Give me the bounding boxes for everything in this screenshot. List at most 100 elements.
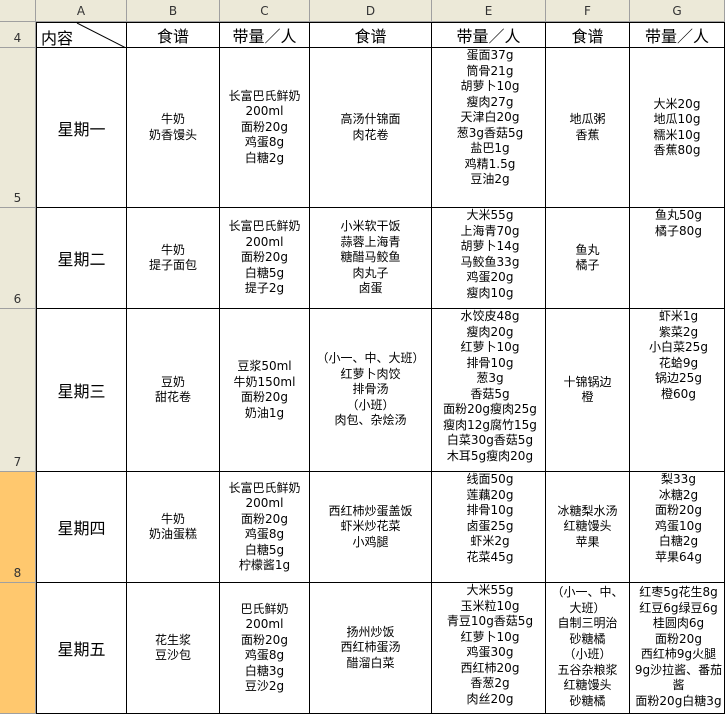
cell-text-line: 甜花卷 bbox=[154, 390, 191, 404]
day-cell[interactable]: 星期二 bbox=[36, 208, 127, 309]
header-cell-e[interactable]: 带量／人 bbox=[432, 22, 546, 48]
cell-text-line: 红枣5g花生8g bbox=[639, 585, 718, 599]
cell-text-line: 胡萝卜10g bbox=[460, 79, 520, 93]
cell-e[interactable]: 大米55g 玉米粒10g 青豆10g香菇5g 红萝卜10g 鸡蛋30g 西红柿20g 香葱2… bbox=[432, 583, 546, 714]
cell-text-line: 香蕉80g bbox=[653, 143, 701, 157]
day-cell[interactable]: 星期四 bbox=[36, 472, 127, 583]
cell-c[interactable]: 豆浆50ml 牛奶150ml 面粉20g 奶油1g bbox=[220, 309, 310, 472]
cell-text-line: 卤蛋25g bbox=[466, 518, 514, 533]
cell-text-line: 奶香馒头 bbox=[148, 127, 197, 142]
cell-text-line: 卤蛋 bbox=[358, 281, 383, 296]
column-header-g[interactable]: G bbox=[630, 0, 725, 22]
cell-e[interactable]: 大米55g 上海青70g 胡萝卜14g 马鲛鱼33g 鸡蛋20g 瘦肉10g bbox=[432, 208, 546, 309]
day-label: 星期五 bbox=[57, 640, 106, 659]
cell-b[interactable]: 花生浆 豆沙包 bbox=[127, 583, 220, 714]
cell-text-line: 面粉20g白糖3g bbox=[635, 693, 722, 708]
cell-text-line: 红萝卜10g bbox=[460, 340, 520, 354]
cell-text-line: 香菇5g bbox=[470, 386, 510, 401]
cell-text-line: （小一、中、大班） bbox=[316, 351, 425, 366]
cell-e[interactable]: 线面50g 莲藕20g 排骨10g 卤蛋25g 虾米2g 花菜45g bbox=[432, 472, 546, 583]
cell-text-line: （小班） bbox=[563, 647, 612, 661]
cell-text-line: 自制三明治 bbox=[557, 616, 618, 630]
cell-g[interactable]: 鱼丸50g 橘子80g bbox=[630, 208, 725, 309]
cell-text-line: 红萝卜肉饺 bbox=[340, 366, 401, 381]
header-cell-g[interactable]: 带量／人 bbox=[630, 22, 725, 48]
header-cell-b[interactable]: 食谱 bbox=[127, 22, 220, 48]
row-header-8[interactable]: 8 bbox=[0, 472, 36, 583]
cell-text-line: 大班） bbox=[569, 600, 606, 615]
day-cell[interactable]: 星期一 bbox=[36, 48, 127, 208]
cell-d[interactable]: 西红柿炒蛋盖饭 虾米炒花菜 小鸡腿 bbox=[310, 472, 432, 583]
cell-d[interactable]: （小一、中、大班） 红萝卜肉饺 排骨汤 （小班） 肉包、杂烩汤 bbox=[310, 309, 432, 472]
column-header-f[interactable]: F bbox=[546, 0, 630, 22]
select-all-corner[interactable] bbox=[0, 0, 36, 22]
cell-text-line: 胡萝卜14g bbox=[460, 239, 520, 253]
cell-text-line: 扬州炒饭 bbox=[346, 624, 395, 639]
cell-text-line: （小班） bbox=[346, 397, 395, 412]
cell-text-line: 大米55g bbox=[466, 208, 514, 222]
cell-b[interactable]: 牛奶 奶香馒头 bbox=[127, 48, 220, 208]
cell-d[interactable]: 高汤什锦面 肉花卷 bbox=[310, 48, 432, 208]
cell-text-line: 橙60g bbox=[661, 386, 696, 401]
cell-f[interactable]: 鱼丸 橘子 bbox=[546, 208, 630, 309]
cell-d[interactable]: 扬州炒饭 西红柿蛋汤 醋溜白菜 bbox=[310, 583, 432, 714]
column-header-b[interactable]: B bbox=[127, 0, 220, 22]
column-header-d[interactable]: D bbox=[310, 0, 432, 22]
cell-g[interactable]: 红枣5g花生8g 红豆6g绿豆6g 桂圆肉6g 面粉20g 西红柿9g火腿 9g沙拉酱、番… bbox=[630, 583, 725, 714]
cell-f[interactable]: （小一、中、 大班） 自制三明治 砂糖橘 （小班） 五谷杂粮浆 红糖馒头 砂糖橘 bbox=[546, 583, 630, 714]
cell-e[interactable]: 蛋面37g 筒骨21g 胡萝卜10g 瘦肉27g 天津白20g 葱3g香菇5g 盐巴1g 鸡精… bbox=[432, 48, 546, 208]
day-cell[interactable]: 星期三 bbox=[36, 309, 127, 472]
row-header-selected[interactable] bbox=[0, 583, 36, 714]
cell-text-line: 白糖5g bbox=[244, 265, 285, 280]
header-cell-f[interactable]: 食谱 bbox=[546, 22, 630, 48]
cell-c[interactable]: 长富巴氏鲜奶 200ml 面粉20g 白糖5g 提子2g bbox=[220, 208, 310, 309]
cell-text-line: 牛奶150ml bbox=[233, 374, 296, 389]
column-header-e[interactable]: E bbox=[432, 0, 546, 22]
cell-text-line: 排骨10g bbox=[466, 355, 514, 370]
cell-g[interactable]: 大米20g 地瓜10g 糯米10g 香蕉80g bbox=[630, 48, 725, 208]
cell-text-line: 排骨10g bbox=[466, 503, 514, 517]
cell-text-line: 豆浆50ml bbox=[237, 359, 292, 373]
cell-text-line: 筒骨21g bbox=[466, 63, 514, 78]
header-cell-c[interactable]: 带量／人 bbox=[220, 22, 310, 48]
cell-f[interactable]: 冰糖梨水汤 红糖馒头 苹果 bbox=[546, 472, 630, 583]
cell-f[interactable]: 地瓜粥 香蕉 bbox=[546, 48, 630, 208]
cell-text-line: 橘子80g bbox=[655, 223, 702, 238]
cell-text-line: 面粉20g bbox=[241, 390, 288, 404]
row-header-5[interactable]: 5 bbox=[0, 48, 36, 208]
row-header-6[interactable]: 6 bbox=[0, 208, 36, 309]
cell-text-line: 十锦锅边 bbox=[563, 374, 612, 389]
cell-text-line: 鱼丸50g bbox=[655, 208, 702, 222]
day-label: 星期二 bbox=[57, 250, 106, 269]
column-header-c[interactable]: C bbox=[220, 0, 310, 22]
day-label: 星期一 bbox=[57, 119, 106, 139]
cell-text-line: 小白菜25g bbox=[649, 340, 708, 354]
cell-g[interactable]: 梨33g 冰糖2g 面粉20g 鸡蛋10g 白糖2g 苹果64g bbox=[630, 472, 725, 583]
row-header-4[interactable]: 4 bbox=[0, 22, 36, 48]
column-header-a[interactable]: A bbox=[36, 0, 127, 22]
cell-text-line: 盐巴1g bbox=[470, 141, 510, 155]
row-header-7[interactable]: 7 bbox=[0, 309, 36, 472]
header-cell-a[interactable]: 内容 bbox=[36, 22, 127, 48]
cell-b[interactable]: 豆奶 甜花卷 bbox=[127, 309, 220, 472]
cell-e[interactable]: 水饺皮48g 瘦肉20g 红萝卜10g 排骨10g 葱3g 香菇5g 面粉20g瘦肉25g 瘦… bbox=[432, 309, 546, 472]
cell-text-line: 葱3g bbox=[476, 371, 504, 385]
cell-b[interactable]: 牛奶 奶油蛋糕 bbox=[127, 472, 220, 583]
cell-c[interactable]: 长富巴氏鲜奶 200ml 面粉20g 鸡蛋8g 白糖2g bbox=[220, 48, 310, 208]
cell-text-line: 面粉20g bbox=[655, 631, 702, 646]
cell-g[interactable]: 虾米1g 紫菜2g 小白菜25g 花蛤9g 锅边25g 橙60g bbox=[630, 309, 725, 472]
cell-f[interactable]: 十锦锅边橙 bbox=[546, 309, 630, 472]
cell-text-line: 白糖3g bbox=[244, 663, 285, 678]
cell-text-line: 玉米粒10g bbox=[460, 598, 520, 613]
header-cell-d[interactable]: 食谱 bbox=[310, 22, 432, 48]
day-cell[interactable]: 星期五 bbox=[36, 583, 127, 714]
cell-c[interactable]: 巴氏鲜奶 200ml 面粉20g 鸡蛋8g 白糖3g 豆沙2g bbox=[220, 583, 310, 714]
cell-d[interactable]: 小米软干饭 蒜蓉上海青 糖醋马鲛鱼 肉丸子 卤蛋 bbox=[310, 208, 432, 309]
day-label: 星期三 bbox=[57, 382, 106, 401]
cell-c[interactable]: 长富巴氏鲜奶 200ml 面粉20g 鸡蛋8g 白糖5g 柠檬酱1g bbox=[220, 472, 310, 583]
cell-b[interactable]: 牛奶 提子面包 bbox=[127, 208, 220, 309]
cell-text-line: 虾米炒花菜 bbox=[340, 519, 401, 534]
cell-text-line: 肉花卷 bbox=[352, 127, 389, 142]
cell-text-line: 橙 bbox=[581, 390, 594, 404]
header-label-e: 带量／人 bbox=[456, 27, 521, 46]
